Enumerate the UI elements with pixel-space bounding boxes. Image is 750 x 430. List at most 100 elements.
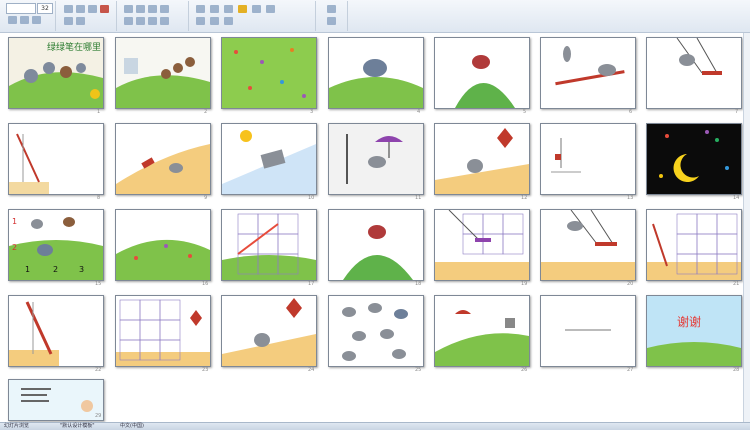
slide-thumbnail-6[interactable] [540, 37, 636, 109]
slide-number-27: 27 [627, 367, 634, 373]
slide-thumbnail-29[interactable] [8, 379, 104, 421]
slide-thumbnail-4[interactable] [328, 37, 424, 109]
grid-number-3: 3 [79, 265, 84, 274]
line-icon[interactable] [196, 17, 205, 25]
slide-number-4: 4 [417, 109, 421, 115]
slide-5-art [435, 38, 529, 108]
slide-17-art [222, 210, 316, 280]
slide-thumbnail-10[interactable] [221, 123, 317, 195]
row-number-2: 2 [12, 243, 17, 252]
slide-24-art [222, 296, 316, 366]
slide-number-15: 15 [95, 281, 102, 287]
shape-effects-icon[interactable] [266, 5, 275, 13]
indent-icon[interactable] [148, 5, 157, 13]
slide-thumbnail-14[interactable] [646, 123, 742, 195]
bold-icon[interactable] [8, 16, 17, 24]
slide-thumbnail-11[interactable] [328, 123, 424, 195]
quick-styles-icon[interactable] [224, 5, 233, 13]
slide-thumbnail-13[interactable] [540, 123, 636, 195]
clear-format-icon[interactable] [76, 17, 85, 25]
slide-number-12: 12 [521, 195, 528, 201]
slide-thumbnail-27[interactable] [540, 295, 636, 367]
change-case-icon[interactable] [64, 17, 73, 25]
font-color-icon[interactable] [100, 5, 109, 13]
editing-group [317, 1, 348, 31]
clipboard-group: 32 [0, 1, 56, 31]
strikethrough-icon[interactable] [64, 5, 73, 13]
drawing-group [190, 1, 316, 31]
slide-number-28: 28 [733, 367, 740, 373]
slide-13-art [541, 124, 635, 194]
align-center-icon[interactable] [136, 17, 145, 25]
slide-6-art [541, 38, 635, 108]
slide-number-3: 3 [310, 109, 314, 115]
slide-number-17: 17 [308, 281, 315, 287]
slide-thumbnail-19[interactable] [434, 209, 530, 281]
font-name-box[interactable] [6, 3, 36, 14]
slide-number-18: 18 [415, 281, 422, 287]
slide-thumbnail-26[interactable] [434, 295, 530, 367]
slide-25-art [329, 296, 423, 366]
align-left-icon[interactable] [124, 17, 133, 25]
slide-thumbnail-7[interactable] [646, 37, 742, 109]
columns-icon[interactable] [160, 17, 169, 25]
slide-3-art [222, 38, 316, 108]
slide-thumbnail-28[interactable]: 谢谢 [646, 295, 742, 367]
align-right-icon[interactable] [148, 17, 157, 25]
slide-thumbnail-16[interactable] [115, 209, 211, 281]
slide-7-art [647, 38, 741, 108]
slide-number-6: 6 [629, 109, 633, 115]
slide-thumbnail-1[interactable]: 绿绿笔在哪里 [8, 37, 104, 109]
slide-number-26: 26 [521, 367, 528, 373]
shape-fill-icon[interactable] [238, 5, 247, 13]
slide-thumbnail-2[interactable] [115, 37, 211, 109]
slide-16-art [116, 210, 210, 280]
slide-thumbnail-24[interactable] [221, 295, 317, 367]
shadow-icon[interactable] [76, 5, 85, 13]
replace-icon[interactable] [327, 17, 336, 25]
slide-9-art [116, 124, 210, 194]
slide-thumbnail-12[interactable] [434, 123, 530, 195]
slide-thumbnail-5[interactable] [434, 37, 530, 109]
slide-thumbnail-15[interactable]: 1 2 1 2 3 [8, 209, 104, 281]
slide-number-23: 23 [202, 367, 209, 373]
slide-thumbnail-20[interactable] [540, 209, 636, 281]
slide-21-art [647, 210, 741, 280]
slide-number-20: 20 [627, 281, 634, 287]
underline-icon[interactable] [32, 16, 41, 24]
slide-number-1: 1 [97, 109, 101, 115]
slide-thumbnail-17[interactable] [221, 209, 317, 281]
font-size-box[interactable]: 32 [37, 3, 53, 14]
shape-outline-icon[interactable] [252, 5, 261, 13]
grid-number-1: 1 [25, 265, 30, 274]
slide-number-9: 9 [204, 195, 208, 201]
oval-icon[interactable] [224, 17, 233, 25]
vertical-scrollbar[interactable] [743, 33, 750, 422]
char-spacing-icon[interactable] [88, 5, 97, 13]
slide-22-art [9, 296, 103, 366]
slide-thumbnail-25[interactable] [328, 295, 424, 367]
line-spacing-icon[interactable] [160, 5, 169, 13]
slide-thumbnail-3[interactable] [221, 37, 317, 109]
slide-thumbnail-9[interactable] [115, 123, 211, 195]
shapes-icon[interactable] [196, 5, 205, 13]
italic-icon[interactable] [20, 16, 29, 24]
slide-14-art [647, 124, 741, 194]
slide-1-title: 绿绿笔在哪里 [47, 41, 101, 53]
slide-thumbnail-22[interactable] [8, 295, 104, 367]
slide-number-22: 22 [95, 367, 102, 373]
bullets-icon[interactable] [124, 5, 133, 13]
slide-thumbnail-8[interactable] [8, 123, 104, 195]
slide-1-art: 绿绿笔在哪里 [9, 38, 103, 108]
slide-thumbnail-21[interactable] [646, 209, 742, 281]
arrange-icon[interactable] [210, 5, 219, 13]
rectangle-icon[interactable] [210, 17, 219, 25]
slide-number-8: 8 [97, 195, 101, 201]
slide-27-art [541, 296, 635, 366]
slide-thumbnail-18[interactable] [328, 209, 424, 281]
slide-number-19: 19 [521, 281, 528, 287]
find-icon[interactable] [327, 5, 336, 13]
slide-thumbnail-23[interactable] [115, 295, 211, 367]
numbering-icon[interactable] [136, 5, 145, 13]
slide-number-10: 10 [308, 195, 315, 201]
